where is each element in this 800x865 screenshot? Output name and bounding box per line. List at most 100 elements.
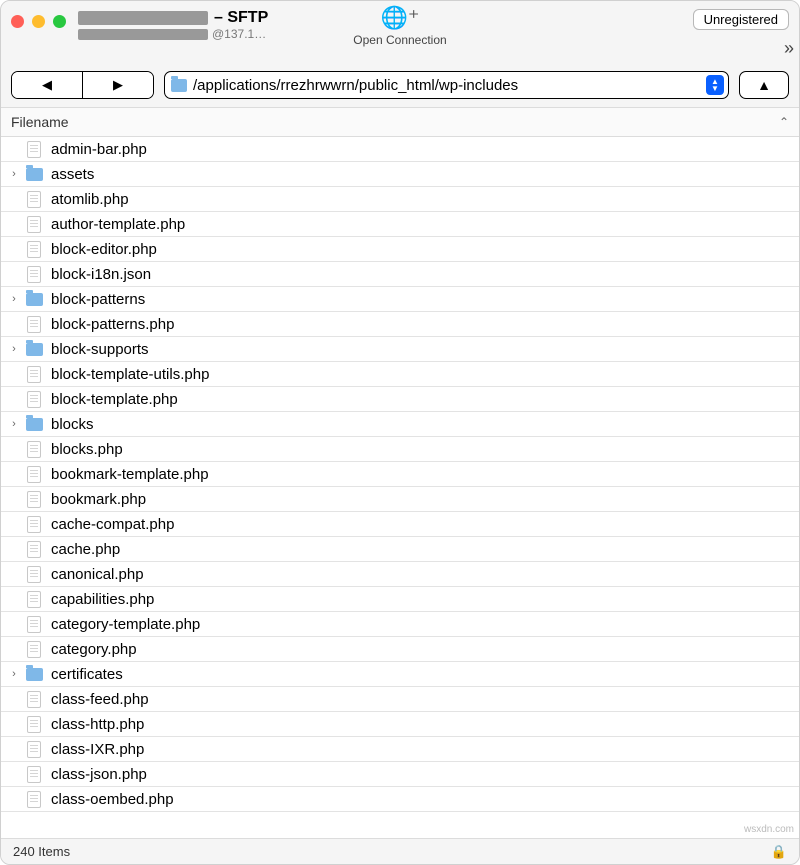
list-item[interactable]: cache.php	[1, 537, 799, 562]
file-name: block-patterns.php	[51, 316, 174, 333]
list-item[interactable]: cache-compat.php	[1, 512, 799, 537]
file-name: assets	[51, 166, 94, 183]
forward-button[interactable]: ▶	[83, 72, 153, 98]
overflow-toolbar-button[interactable]: »	[784, 38, 789, 59]
redacted-host	[78, 11, 208, 25]
file-name: block-i18n.json	[51, 266, 151, 283]
back-button[interactable]: ◀	[12, 72, 82, 98]
disclosure-triangle[interactable]: ›	[5, 168, 23, 180]
list-item[interactable]: block-editor.php	[1, 237, 799, 262]
file-icon	[27, 391, 41, 408]
list-item[interactable]: ›certificates	[1, 662, 799, 687]
file-icon	[27, 616, 41, 633]
list-item[interactable]: category.php	[1, 637, 799, 662]
list-item[interactable]: admin-bar.php	[1, 137, 799, 162]
list-item[interactable]: class-http.php	[1, 712, 799, 737]
unregistered-badge[interactable]: Unregistered	[693, 9, 789, 30]
navigation-toolbar: ◀ ▶ ▲▼ ▲	[1, 63, 799, 108]
minimize-window-button[interactable]	[32, 15, 45, 28]
list-item[interactable]: bookmark-template.php	[1, 462, 799, 487]
file-icon	[27, 366, 41, 383]
go-up-button[interactable]: ▲	[739, 71, 789, 99]
file-name: blocks.php	[51, 441, 123, 458]
folder-icon	[26, 168, 43, 181]
list-item[interactable]: block-i18n.json	[1, 262, 799, 287]
list-item[interactable]: block-patterns.php	[1, 312, 799, 337]
disclosure-triangle[interactable]: ›	[5, 668, 23, 680]
triangle-left-icon: ◀	[42, 77, 52, 93]
column-header[interactable]: Filename ⌃	[1, 108, 799, 137]
path-input[interactable]	[193, 77, 700, 94]
file-name: class-feed.php	[51, 691, 149, 708]
file-icon	[27, 766, 41, 783]
list-item[interactable]: class-oembed.php	[1, 787, 799, 812]
file-name: admin-bar.php	[51, 141, 147, 158]
triangle-right-icon: ▶	[113, 77, 123, 93]
list-item[interactable]: ›blocks	[1, 412, 799, 437]
file-icon	[27, 541, 41, 558]
file-icon	[27, 316, 41, 333]
disclosure-triangle[interactable]: ›	[5, 293, 23, 305]
folder-icon	[26, 293, 43, 306]
column-filename-label: Filename	[11, 114, 69, 130]
file-list[interactable]: admin-bar.php › assets atomlib.php author-te…	[1, 137, 799, 838]
list-item[interactable]: › block-patterns	[1, 287, 799, 312]
watermark: wsxdn.com	[744, 824, 794, 835]
file-icon	[27, 491, 41, 508]
file-name: block-patterns	[51, 291, 145, 308]
zoom-window-button[interactable]	[53, 15, 66, 28]
list-item[interactable]: author-template.php	[1, 212, 799, 237]
file-name: category-template.php	[51, 616, 200, 633]
file-name: bookmark.php	[51, 491, 146, 508]
file-name: class-http.php	[51, 716, 144, 733]
triangle-up-icon: ▲	[757, 77, 771, 93]
file-icon	[27, 466, 41, 483]
list-item[interactable]: category-template.php	[1, 612, 799, 637]
file-icon	[27, 741, 41, 758]
file-icon	[27, 241, 41, 258]
list-item[interactable]: blocks.php	[1, 437, 799, 462]
titlebar: – SFTP @137.1… 🌐⁺ Open Connection Unregi…	[1, 1, 799, 63]
disclosure-triangle[interactable]: ›	[5, 418, 23, 430]
list-item[interactable]: › assets	[1, 162, 799, 187]
file-icon	[27, 441, 41, 458]
list-item[interactable]: block-template-utils.php	[1, 362, 799, 387]
redacted-user	[78, 29, 208, 40]
list-item[interactable]: class-IXR.php	[1, 737, 799, 762]
path-dropdown-toggle[interactable]: ▲▼	[706, 75, 724, 95]
file-icon	[27, 691, 41, 708]
list-item[interactable]: class-json.php	[1, 762, 799, 787]
file-name: atomlib.php	[51, 191, 129, 208]
file-icon	[27, 641, 41, 658]
file-name: category.php	[51, 641, 137, 658]
list-item[interactable]: bookmark.php	[1, 487, 799, 512]
file-icon	[27, 791, 41, 808]
file-icon	[27, 516, 41, 533]
item-count: 240 Items	[13, 844, 70, 859]
list-item[interactable]: atomlib.php	[1, 187, 799, 212]
file-name: block-template-utils.php	[51, 366, 209, 383]
folder-icon	[26, 418, 43, 431]
list-item[interactable]: capabilities.php	[1, 587, 799, 612]
list-item[interactable]: canonical.php	[1, 562, 799, 587]
file-icon	[27, 216, 41, 233]
folder-icon	[171, 79, 187, 92]
file-icon	[27, 191, 41, 208]
status-bar: 240 Items 🔒	[1, 838, 799, 864]
file-icon	[27, 591, 41, 608]
window-subtitle-suffix: @137.1…	[212, 27, 266, 41]
disclosure-triangle[interactable]: ›	[5, 343, 23, 355]
close-window-button[interactable]	[11, 15, 24, 28]
list-item[interactable]: block-template.php	[1, 387, 799, 412]
folder-icon	[26, 668, 43, 681]
path-combo[interactable]: ▲▼	[164, 71, 729, 99]
file-name: class-oembed.php	[51, 791, 174, 808]
list-item[interactable]: ›block-supports	[1, 337, 799, 362]
file-name: class-json.php	[51, 766, 147, 783]
window-controls	[11, 15, 66, 28]
open-connection-button[interactable]: 🌐⁺ Open Connection	[353, 5, 446, 47]
window-title-suffix: – SFTP	[214, 9, 268, 27]
file-icon	[27, 266, 41, 283]
globe-plus-icon: 🌐⁺	[353, 5, 446, 31]
list-item[interactable]: class-feed.php	[1, 687, 799, 712]
